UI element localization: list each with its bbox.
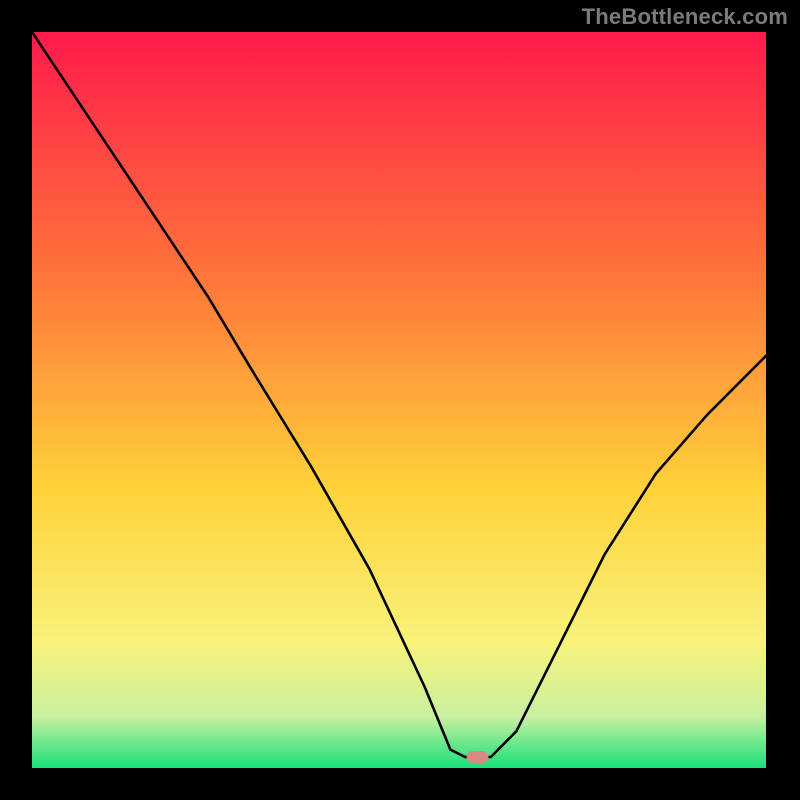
optimal-marker	[467, 751, 489, 763]
chart-container: TheBottleneck.com	[0, 0, 800, 800]
bottleneck-chart	[0, 0, 800, 800]
attribution-text: TheBottleneck.com	[582, 4, 788, 30]
plot-background	[32, 32, 766, 768]
